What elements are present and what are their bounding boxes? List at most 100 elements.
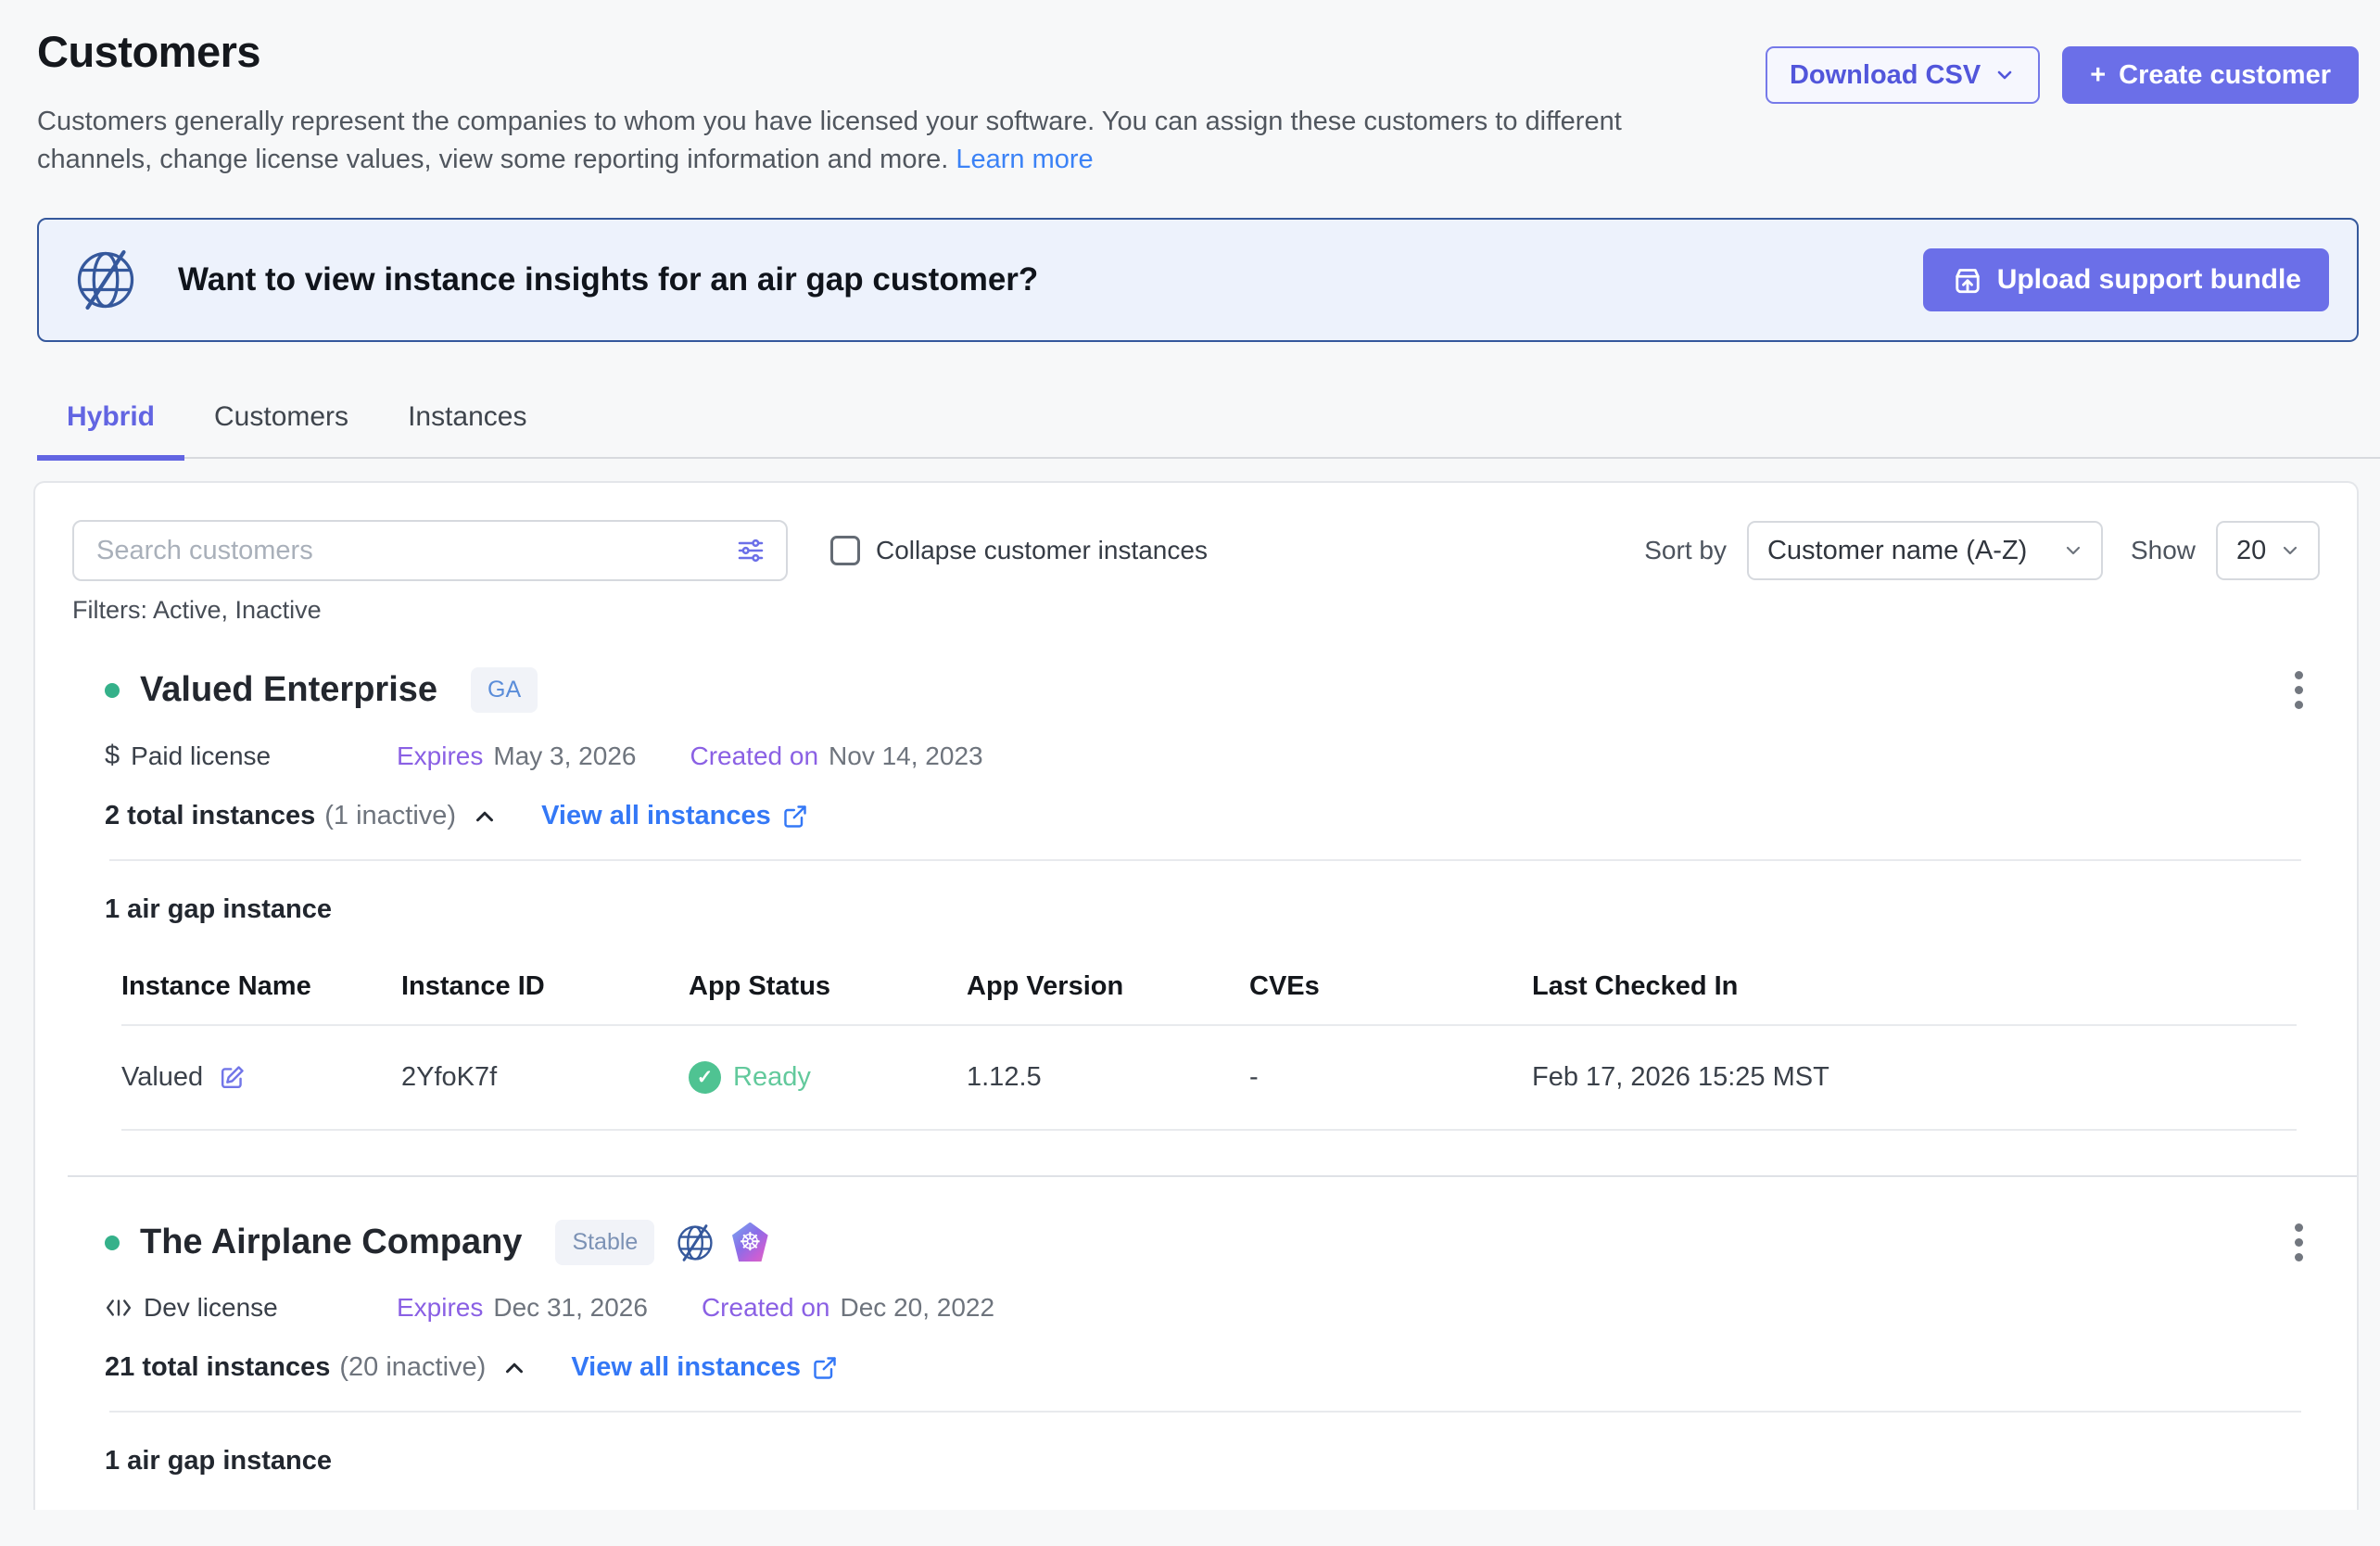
toolbar-right: Sort by Customer name (A-Z) Show 20 [1644, 521, 2320, 580]
collapse-instances-toggle[interactable]: Collapse customer instances [830, 536, 1208, 565]
expires-date: May 3, 2026 [493, 741, 636, 771]
cves-cell: - [1249, 1026, 1532, 1131]
download-csv-label: Download CSV [1790, 60, 1981, 91]
instance-name-cell: Valued [121, 1026, 401, 1131]
toolbar: Collapse customer instances Sort by Cust… [72, 520, 2357, 581]
col-header-instance-name: Instance Name [121, 1502, 401, 1510]
tab-bar: Hybrid Customers Instances [37, 385, 2380, 459]
license-type: $ Paid license [105, 741, 397, 771]
expires-label: Expires [397, 1293, 483, 1323]
view-all-instances-label: View all instances [571, 1352, 801, 1383]
instance-name: Valued [121, 1062, 203, 1093]
filter-sliders-icon[interactable] [736, 536, 766, 565]
app-version-cell: 1.12.5 [967, 1026, 1249, 1131]
last-checked-in-cell: Feb 17, 2026 15:25 MST [1532, 1026, 2297, 1131]
instances-summary: 21 total instances (20 inactive) View al… [105, 1352, 2320, 1383]
customer-meta: $ Paid license Expires May 3, 2026 Creat… [105, 741, 2320, 771]
col-header-app-status: App Status [689, 951, 967, 1026]
chevron-up-icon[interactable] [500, 1354, 528, 1382]
view-all-instances-link[interactable]: View all instances [541, 801, 808, 831]
airgap-instance-count: 1 air gap instance [105, 894, 2320, 925]
expires-date: Dec 31, 2026 [493, 1293, 648, 1323]
download-csv-button[interactable]: Download CSV [1766, 46, 2040, 104]
created-date: Nov 14, 2023 [829, 741, 983, 771]
page-description: Customers generally represent the compan… [37, 103, 1705, 179]
active-filters-text: Filters: Active, Inactive [72, 596, 2357, 625]
learn-more-link[interactable]: Learn more [956, 145, 1093, 174]
col-header-instance-name: Instance Name [121, 951, 401, 1026]
license-type-label: Dev license [144, 1293, 278, 1323]
instances-summary: 2 total instances (1 inactive) View all … [105, 801, 2320, 831]
page-title: Customers [37, 26, 1705, 77]
external-link-icon [782, 804, 808, 830]
col-header-app-status: App Status [689, 1502, 967, 1510]
col-header-app-version: App Version [967, 951, 1249, 1026]
airgap-instance-count: 1 air gap instance [105, 1446, 2320, 1476]
instances-total: 2 total instances [105, 801, 315, 831]
sort-by-select[interactable]: Customer name (A-Z) [1747, 521, 2103, 580]
license-type-label: Paid license [131, 741, 271, 771]
instance-id-cell: 2YfoK7f [401, 1026, 689, 1131]
instance-table: Instance Name Instance ID App Status App… [121, 951, 2297, 1131]
airgap-banner: Want to view instance insights for an ai… [37, 218, 2359, 342]
chevron-up-icon[interactable] [471, 803, 499, 830]
expires-group: Expires Dec 31, 2026 [397, 1293, 648, 1323]
expires-label: Expires [397, 741, 483, 771]
customer-meta: Dev license Expires Dec 31, 2026 Created… [105, 1293, 2320, 1323]
divider [109, 859, 2301, 861]
sort-by-label: Sort by [1644, 536, 1727, 565]
customer-block-airplane-company: The Airplane Company Stable ☸ [72, 1218, 2357, 1510]
created-date: Dec 20, 2022 [841, 1293, 995, 1323]
ready-status: ✓ Ready [689, 1061, 811, 1094]
upload-support-bundle-label: Upload support bundle [1997, 264, 2301, 296]
edit-icon[interactable] [218, 1063, 247, 1092]
col-header-instance-id: Instance ID [401, 951, 689, 1026]
col-header-cves: CVEs [1249, 951, 1532, 1026]
page-header-text: Customers Customers generally represent … [37, 26, 1705, 179]
col-header-app-version: App Version [967, 1502, 1249, 1510]
instances-inactive: (20 inactive) [339, 1352, 486, 1383]
show-label: Show [2131, 536, 2196, 565]
col-header-last-checked-in: Last Checked In [1532, 1502, 2297, 1510]
search-box [72, 520, 788, 581]
kebab-menu-icon[interactable] [2289, 1218, 2309, 1267]
show-value: 20 [2236, 536, 2266, 566]
customer-header: The Airplane Company Stable ☸ [105, 1218, 2320, 1267]
collapse-instances-label: Collapse customer instances [876, 536, 1208, 565]
page-header: Customers Customers generally represent … [0, 0, 2380, 179]
customer-name: Valued Enterprise [140, 670, 437, 710]
view-all-instances-link[interactable]: View all instances [571, 1352, 838, 1383]
customer-block-valued-enterprise: Valued Enterprise GA $ Paid license Expi… [72, 665, 2357, 1131]
col-header-last-checked-in: Last Checked In [1532, 951, 2297, 1026]
kebab-menu-icon[interactable] [2289, 665, 2309, 715]
created-group: Created on Dec 20, 2022 [702, 1293, 994, 1323]
instance-table: Instance Name Instance ID App Status App… [121, 1502, 2297, 1510]
code-brackets-icon [105, 1294, 133, 1322]
external-link-icon [812, 1355, 838, 1381]
chevron-down-icon [1994, 64, 2016, 86]
header-actions: Download CSV + Create customer [1766, 46, 2359, 104]
instances-total: 21 total instances [105, 1352, 330, 1383]
show-select[interactable]: 20 [2216, 521, 2320, 580]
tab-customers[interactable]: Customers [184, 385, 378, 457]
created-group: Created on Nov 14, 2023 [690, 741, 982, 771]
license-type: Dev license [105, 1293, 397, 1323]
app-status-cell: ✓ Ready [689, 1026, 967, 1131]
col-header-instance-id: Instance ID [401, 1502, 689, 1510]
sort-by-value: Customer name (A-Z) [1767, 536, 2027, 566]
create-customer-button[interactable]: + Create customer [2062, 46, 2359, 104]
customer-name: The Airplane Company [140, 1223, 522, 1262]
expires-group: Expires May 3, 2026 [397, 741, 636, 771]
check-circle-icon: ✓ [689, 1061, 721, 1094]
divider [109, 1411, 2301, 1413]
instances-inactive: (1 inactive) [324, 801, 456, 831]
tab-hybrid[interactable]: Hybrid [37, 385, 184, 461]
upload-support-bundle-button[interactable]: Upload support bundle [1923, 248, 2329, 311]
channel-badge: GA [471, 667, 538, 713]
tab-instances[interactable]: Instances [378, 385, 556, 457]
active-status-dot [105, 1236, 120, 1250]
search-input[interactable] [96, 536, 736, 566]
collapse-instances-checkbox[interactable] [830, 536, 860, 565]
upload-icon [1951, 263, 1984, 297]
create-customer-label: Create customer [2119, 60, 2331, 91]
